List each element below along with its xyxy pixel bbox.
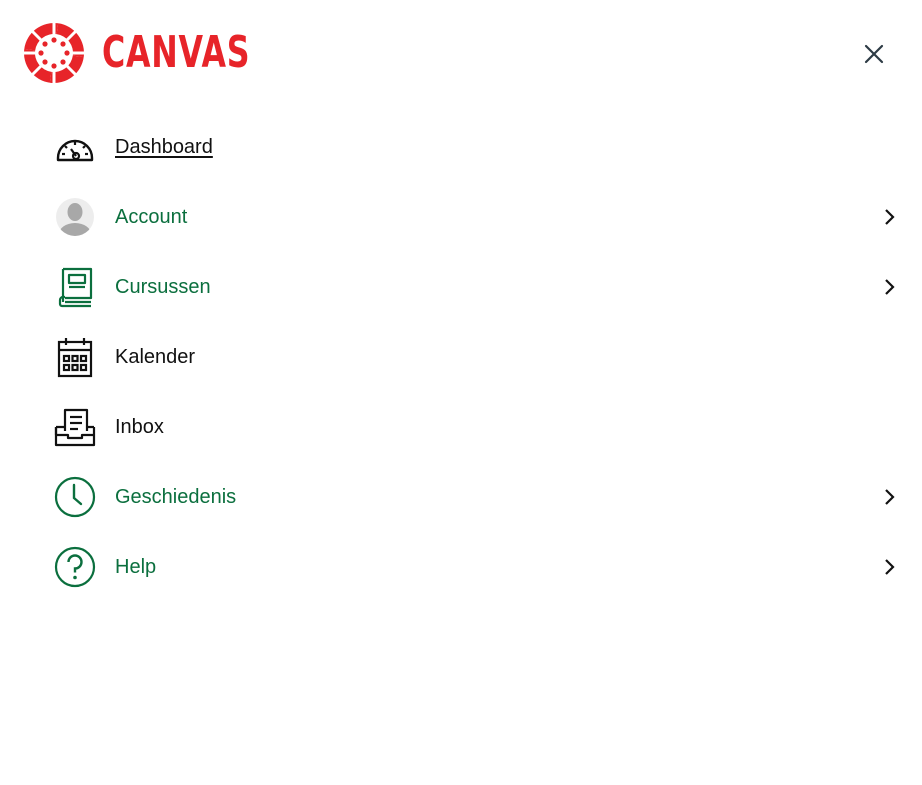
menu-item-label: Kalender [115,346,196,368]
canvas-logo-icon [23,22,85,84]
navigation-tray: CANVAS Dashboard Account Cursussen Kalen… [0,0,922,785]
menu-item-label: Account [115,206,188,228]
menu-item-help[interactable]: Help [54,532,906,602]
main-menu: Dashboard Account Cursussen Kalender Inb… [54,112,906,602]
menu-item-label: Dashboard [115,136,213,158]
chevron-right-icon [885,489,895,505]
avatar-icon [54,196,96,238]
menu-item-cursussen[interactable]: Cursussen [54,252,906,322]
menu-item-kalender[interactable]: Kalender [54,322,906,392]
menu-item-label: Inbox [115,416,164,438]
chevron-right-icon [885,559,895,575]
clock-icon [54,476,96,518]
menu-item-inbox[interactable]: Inbox [54,392,906,462]
menu-item-account[interactable]: Account [54,182,906,252]
menu-item-label: Cursussen [115,276,211,298]
canvas-logo[interactable]: CANVAS [23,22,308,84]
help-icon [54,546,96,588]
menu-item-dashboard[interactable]: Dashboard [54,112,906,182]
inbox-icon [54,406,96,448]
menu-item-label: Geschiedenis [115,486,237,508]
canvas-wordmark: CANVAS [102,27,251,78]
menu-item-label: Help [115,556,157,578]
close-icon [864,44,884,64]
close-button[interactable] [862,42,886,66]
chevron-right-icon [885,279,895,295]
dashboard-icon [54,126,96,168]
menu-item-geschiedenis[interactable]: Geschiedenis [54,462,906,532]
courses-icon [54,266,96,308]
calendar-icon [54,336,96,378]
chevron-right-icon [885,209,895,225]
